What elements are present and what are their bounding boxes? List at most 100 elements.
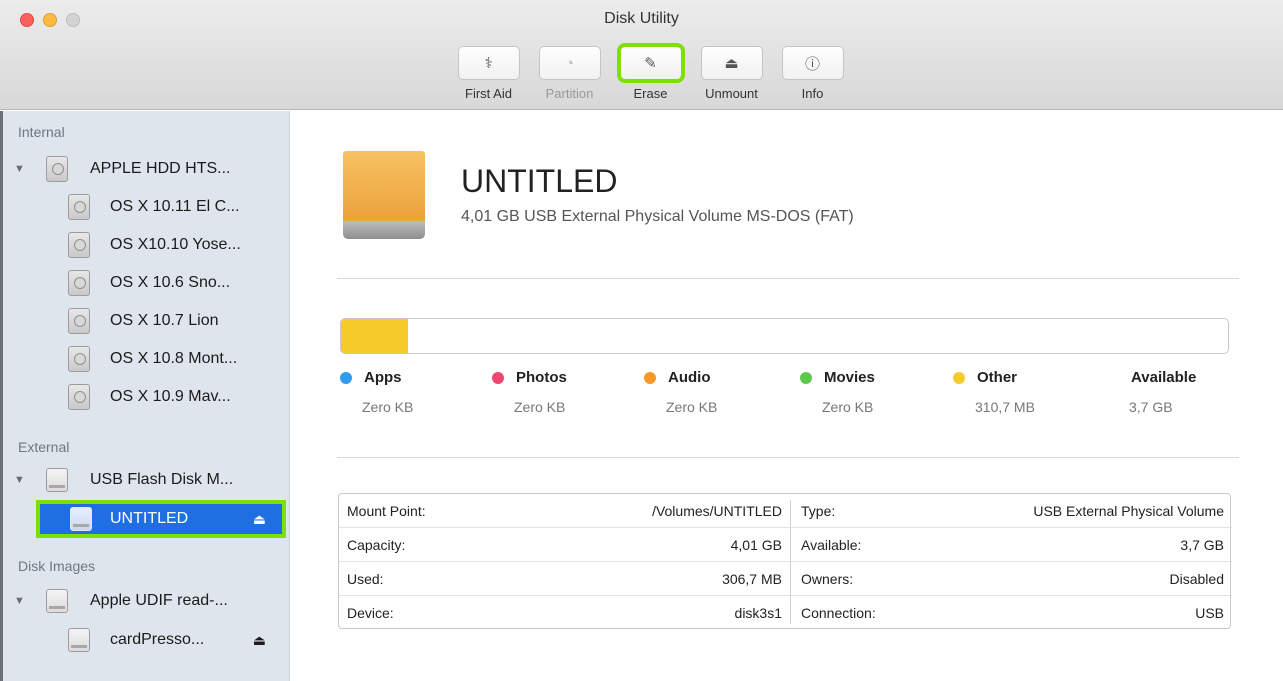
connection-value: USB bbox=[1195, 605, 1224, 621]
disclosure-triangle-icon[interactable]: ▼ bbox=[14, 474, 25, 486]
toolbar: ⚕ First Aid ◔ Partition ✎ Erase ⏏ Unmoun… bbox=[448, 43, 853, 101]
first-aid-button[interactable]: ⚕ First Aid bbox=[448, 46, 529, 101]
erase-label: Erase bbox=[633, 86, 668, 101]
sidebar-item-label: USB Flash Disk M... bbox=[90, 471, 234, 488]
sidebar-item-apple-udif[interactable]: ▼ Apple UDIF read-... bbox=[0, 582, 290, 620]
type-key: Type: bbox=[801, 503, 836, 519]
partition-button[interactable]: ◔ Partition bbox=[529, 46, 610, 101]
window-left-edge bbox=[0, 111, 3, 681]
partition-label: Partition bbox=[545, 86, 594, 101]
external-drive-icon bbox=[343, 151, 425, 239]
sidebar-item-label: OS X10.10 Yose... bbox=[110, 236, 241, 253]
volume-info-table: Mount Point: /Volumes/UNTITLED Type: USB… bbox=[338, 493, 1232, 630]
type-value: USB External Physical Volume bbox=[1033, 503, 1224, 519]
divider bbox=[337, 457, 1239, 458]
erase-button[interactable]: ✎ Erase bbox=[610, 43, 691, 101]
sidebar-item-usb-flash-disk[interactable]: ▼ USB Flash Disk M... bbox=[0, 461, 290, 499]
hard-disk-icon bbox=[68, 384, 90, 410]
info-label: Info bbox=[801, 86, 824, 101]
table-row: Capacity: 4,01 GB Available: 3,7 GB bbox=[339, 528, 1232, 562]
sidebar-item-untitled[interactable]: UNTITLED ⏏ bbox=[36, 500, 286, 538]
used-value: 306,7 MB bbox=[722, 571, 782, 587]
sidebar-item-label: OS X 10.7 Lion bbox=[110, 312, 219, 329]
sidebar-item-label: Apple UDIF read-... bbox=[90, 592, 228, 609]
sidebar-item-label: OS X 10.9 Mav... bbox=[110, 388, 231, 405]
legend-label: Other bbox=[977, 369, 1018, 386]
capacity-value: 4,01 GB bbox=[730, 537, 782, 553]
available-color-dot bbox=[1107, 372, 1119, 384]
sidebar-item-os-x-10-6[interactable]: OS X 10.6 Sno... bbox=[0, 264, 290, 302]
unmount-button[interactable]: ⏏ Unmount bbox=[691, 46, 772, 101]
usage-segment-other bbox=[341, 319, 409, 353]
unmount-icon: ⏏ bbox=[724, 55, 739, 72]
capacity-key: Capacity: bbox=[347, 537, 406, 553]
hard-disk-icon bbox=[68, 270, 90, 296]
sidebar-item-apple-hdd[interactable]: ▼ APPLE HDD HTS... bbox=[0, 150, 290, 188]
info-button[interactable]: ⓘ Info bbox=[772, 46, 853, 101]
sidebar-item-os-x-10-7[interactable]: OS X 10.7 Lion bbox=[0, 302, 290, 340]
section-disk-images: Disk Images bbox=[18, 558, 96, 574]
sidebar-item-label: OS X 10.6 Sno... bbox=[110, 274, 231, 291]
hard-disk-icon bbox=[68, 232, 90, 258]
legend-label: Audio bbox=[668, 369, 711, 386]
disk-image-icon bbox=[68, 628, 90, 652]
legend-value: Zero KB bbox=[362, 399, 414, 415]
hard-disk-icon bbox=[68, 346, 90, 372]
section-external: External bbox=[18, 439, 70, 455]
volume-description: 4,01 GB USB External Physical Volume MS-… bbox=[461, 208, 854, 225]
eject-icon[interactable]: ⏏ bbox=[253, 632, 266, 649]
legend-label: Movies bbox=[824, 369, 875, 386]
hard-disk-icon bbox=[68, 308, 90, 334]
sidebar-item-os-x-10-9[interactable]: OS X 10.9 Mav... bbox=[0, 378, 290, 416]
used-key: Used: bbox=[347, 571, 384, 587]
table-row: Mount Point: /Volumes/UNTITLED Type: USB… bbox=[339, 494, 1232, 528]
sidebar-item-os-x-10-11[interactable]: OS X 10.11 El C... bbox=[0, 188, 290, 226]
apps-color-dot bbox=[340, 372, 352, 384]
sidebar-item-cardpresso[interactable]: cardPresso... ⏏ bbox=[0, 621, 290, 659]
usage-bar bbox=[340, 318, 1229, 354]
connection-key: Connection: bbox=[801, 605, 876, 621]
legend-value: 3,7 GB bbox=[1129, 399, 1173, 415]
window-title: Disk Utility bbox=[604, 10, 679, 27]
audio-color-dot bbox=[644, 372, 656, 384]
disclosure-triangle-icon[interactable]: ▼ bbox=[14, 163, 25, 175]
disclosure-triangle-icon[interactable]: ▼ bbox=[14, 595, 25, 607]
legend-value: Zero KB bbox=[822, 399, 874, 415]
legend-label: Photos bbox=[516, 369, 567, 386]
sidebar-item-label: UNTITLED bbox=[110, 510, 189, 527]
sidebar: Internal ▼ APPLE HDD HTS... OS X 10.11 E… bbox=[0, 111, 290, 681]
mount-point-key: Mount Point: bbox=[347, 503, 426, 519]
eject-icon[interactable]: ⏏ bbox=[253, 511, 266, 528]
table-row: Device: disk3s1 Connection: USB bbox=[339, 596, 1232, 630]
owners-key: Owners: bbox=[801, 571, 854, 587]
hard-disk-icon bbox=[46, 156, 68, 182]
sidebar-item-label: APPLE HDD HTS... bbox=[90, 160, 231, 177]
unmount-label: Unmount bbox=[705, 86, 758, 101]
owners-value: Disabled bbox=[1169, 571, 1224, 587]
disk-image-icon bbox=[46, 589, 68, 613]
main-panel: UNTITLED 4,01 GB USB External Physical V… bbox=[291, 111, 1283, 681]
usb-drive-icon bbox=[46, 468, 68, 492]
mount-point-value: /Volumes/UNTITLED bbox=[652, 503, 782, 519]
sidebar-item-label: cardPresso... bbox=[110, 631, 205, 648]
legend-value: 310,7 MB bbox=[975, 399, 1035, 415]
erase-icon: ✎ bbox=[644, 55, 657, 72]
partition-icon: ◔ bbox=[564, 54, 575, 72]
stethoscope-icon: ⚕ bbox=[484, 55, 493, 72]
usage-legend: Apps Zero KB Photos Zero KB Audio Zero K… bbox=[340, 369, 1229, 419]
sidebar-item-label: OS X 10.8 Mont... bbox=[110, 350, 238, 367]
sidebar-item-os-x-10-8[interactable]: OS X 10.8 Mont... bbox=[0, 340, 290, 378]
section-internal: Internal bbox=[18, 124, 65, 140]
info-icon: ⓘ bbox=[804, 55, 820, 73]
legend-label: Available bbox=[1131, 369, 1197, 386]
other-color-dot bbox=[953, 372, 965, 384]
volume-name: UNTITLED bbox=[461, 163, 618, 199]
sidebar-item-os-x-10-10[interactable]: OS X10.10 Yose... bbox=[0, 226, 290, 264]
first-aid-label: First Aid bbox=[465, 86, 512, 101]
divider bbox=[337, 278, 1239, 279]
legend-value: Zero KB bbox=[666, 399, 718, 415]
hard-disk-icon bbox=[68, 194, 90, 220]
sidebar-item-label: OS X 10.11 El C... bbox=[110, 198, 240, 215]
usb-drive-icon bbox=[70, 507, 92, 531]
photos-color-dot bbox=[492, 372, 504, 384]
